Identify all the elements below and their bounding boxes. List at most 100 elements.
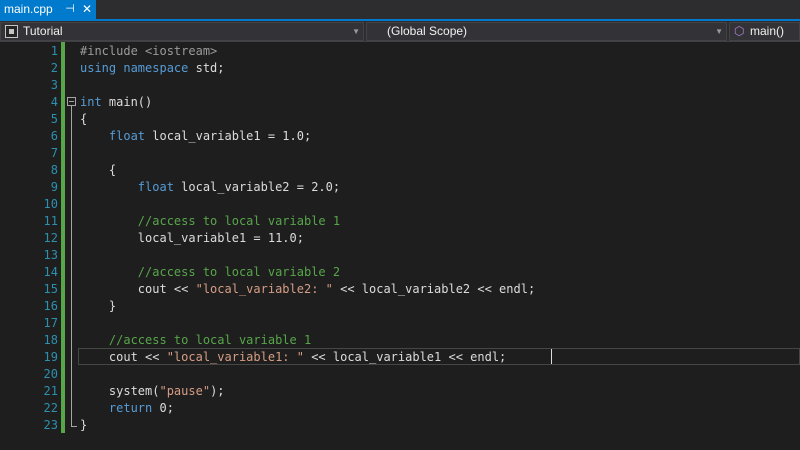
- line-number[interactable]: 17: [22, 315, 58, 332]
- method-cube-icon: ⬡: [734, 24, 745, 38]
- code-editor[interactable]: 1 2 3 4 5 6 7 8 9 10 11 12 13 14 15 16 17 18 19 20 21 22 23 #i…: [0, 42, 800, 450]
- line-number[interactable]: 5: [22, 111, 58, 128]
- code-line[interactable]: {: [80, 111, 800, 128]
- line-number[interactable]: 20: [22, 366, 58, 383]
- code-token: //access to local variable 2: [80, 265, 341, 279]
- scope-dropdown[interactable]: (Global Scope) ▼: [366, 22, 727, 41]
- code-token: main(): [101, 95, 153, 109]
- project-dropdown-label: Tutorial: [23, 24, 63, 38]
- code-line[interactable]: int main(): [80, 94, 800, 111]
- code-token: 0;: [152, 401, 174, 415]
- outline-guide-line: [71, 106, 72, 427]
- code-line[interactable]: //access to local variable 1: [80, 213, 800, 230]
- code-token: local_variable1 = 11.0;: [80, 231, 304, 245]
- code-line[interactable]: //access to local variable 2: [80, 264, 800, 281]
- code-line[interactable]: cout << "local_variable1: " << local_var…: [80, 349, 800, 366]
- code-token: local_variable2 = 2.0;: [173, 180, 341, 194]
- code-line[interactable]: }: [80, 298, 800, 315]
- pin-icon[interactable]: ⊣: [64, 0, 76, 19]
- scope-dropdown-label: (Global Scope): [387, 24, 468, 38]
- code-text-area[interactable]: #include <iostream> using namespace std; i…: [80, 42, 800, 450]
- code-token: );: [210, 384, 225, 398]
- outline-guide-end: [71, 426, 77, 427]
- code-token: cout <<: [80, 350, 167, 364]
- code-line[interactable]: #include <iostream>: [80, 43, 800, 60]
- indicator-margin[interactable]: [0, 42, 20, 450]
- code-line[interactable]: //access to local variable 1: [80, 332, 800, 349]
- code-line[interactable]: system("pause");: [80, 383, 800, 400]
- code-line[interactable]: local_variable1 = 11.0;: [80, 230, 800, 247]
- line-number[interactable]: 11: [22, 213, 58, 230]
- line-number-gutter[interactable]: 1 2 3 4 5 6 7 8 9 10 11 12 13 14 15 16 17 18 19 20 21 22 23: [20, 42, 60, 450]
- code-token: system(: [80, 384, 160, 398]
- code-line[interactable]: float local_variable1 = 1.0;: [80, 128, 800, 145]
- line-number[interactable]: 12: [22, 230, 58, 247]
- code-token: "pause": [159, 384, 211, 398]
- member-dropdown-label: main(): [750, 24, 785, 38]
- code-token: }: [80, 299, 117, 313]
- code-line[interactable]: }: [80, 417, 800, 434]
- code-line[interactable]: [80, 77, 800, 94]
- line-number[interactable]: 23: [22, 417, 58, 434]
- line-number[interactable]: 15: [22, 281, 58, 298]
- navigation-bar: Tutorial ▼ (Global Scope) ▼ ⬡ main(): [0, 21, 800, 42]
- line-number[interactable]: 8: [22, 162, 58, 179]
- code-line[interactable]: float local_variable2 = 2.0;: [80, 179, 800, 196]
- code-token: //access to local variable 1: [80, 333, 312, 347]
- code-token: float: [108, 129, 146, 143]
- member-dropdown[interactable]: ⬡ main(): [729, 22, 800, 41]
- code-line[interactable]: return 0;: [80, 400, 800, 417]
- code-token: //access to local variable 1: [80, 214, 341, 228]
- line-number[interactable]: 3: [22, 77, 58, 94]
- line-number[interactable]: 22: [22, 400, 58, 417]
- code-token: using namespace: [80, 61, 189, 75]
- document-tab-strip: main.cpp ⊣ ✕: [0, 0, 800, 21]
- collapse-minus-icon[interactable]: [67, 97, 76, 106]
- code-token: << local_variable1 << endl;: [303, 350, 507, 364]
- line-number[interactable]: 21: [22, 383, 58, 400]
- code-line[interactable]: [80, 247, 800, 264]
- code-token: "local_variable2: ": [195, 282, 333, 296]
- line-number[interactable]: 6: [22, 128, 58, 145]
- code-line[interactable]: [80, 366, 800, 383]
- code-token: {: [80, 163, 117, 177]
- code-token: {: [80, 112, 88, 126]
- code-line[interactable]: [80, 315, 800, 332]
- line-number[interactable]: 10: [22, 196, 58, 213]
- chevron-down-icon: ▼: [352, 27, 360, 36]
- code-token: "local_variable1: ": [166, 350, 304, 364]
- code-line[interactable]: cout << "local_variable2: " << local_var…: [80, 281, 800, 298]
- code-line[interactable]: [80, 145, 800, 162]
- code-line[interactable]: {: [80, 162, 800, 179]
- code-token: << local_variable2 << endl;: [332, 282, 536, 296]
- project-dropdown[interactable]: Tutorial ▼: [0, 22, 364, 41]
- code-token: float: [137, 180, 174, 194]
- line-number[interactable]: 14: [22, 264, 58, 281]
- code-token: std;: [188, 61, 225, 75]
- line-number[interactable]: 16: [22, 298, 58, 315]
- line-number[interactable]: 1: [22, 43, 58, 60]
- code-token: }: [80, 418, 88, 432]
- chevron-down-icon: ▼: [715, 27, 723, 36]
- tab-main-cpp[interactable]: main.cpp ⊣ ✕: [0, 0, 96, 19]
- line-number[interactable]: 18: [22, 332, 58, 349]
- code-line[interactable]: using namespace std;: [80, 60, 800, 77]
- tab-title: main.cpp: [4, 2, 53, 16]
- line-number[interactable]: 13: [22, 247, 58, 264]
- line-number[interactable]: 19: [22, 349, 58, 366]
- code-line[interactable]: [80, 196, 800, 213]
- line-number[interactable]: 2: [22, 60, 58, 77]
- outlining-margin: [66, 42, 78, 450]
- text-caret: [551, 349, 552, 364]
- line-number[interactable]: 4: [22, 94, 58, 111]
- line-number[interactable]: 7: [22, 145, 58, 162]
- code-token: cout <<: [80, 282, 196, 296]
- close-icon[interactable]: ✕: [81, 0, 93, 19]
- code-token: #include <iostream>: [80, 44, 218, 58]
- line-number[interactable]: 9: [22, 179, 58, 196]
- code-token: local_variable1 = 1.0;: [145, 129, 312, 143]
- code-token: int: [80, 95, 102, 109]
